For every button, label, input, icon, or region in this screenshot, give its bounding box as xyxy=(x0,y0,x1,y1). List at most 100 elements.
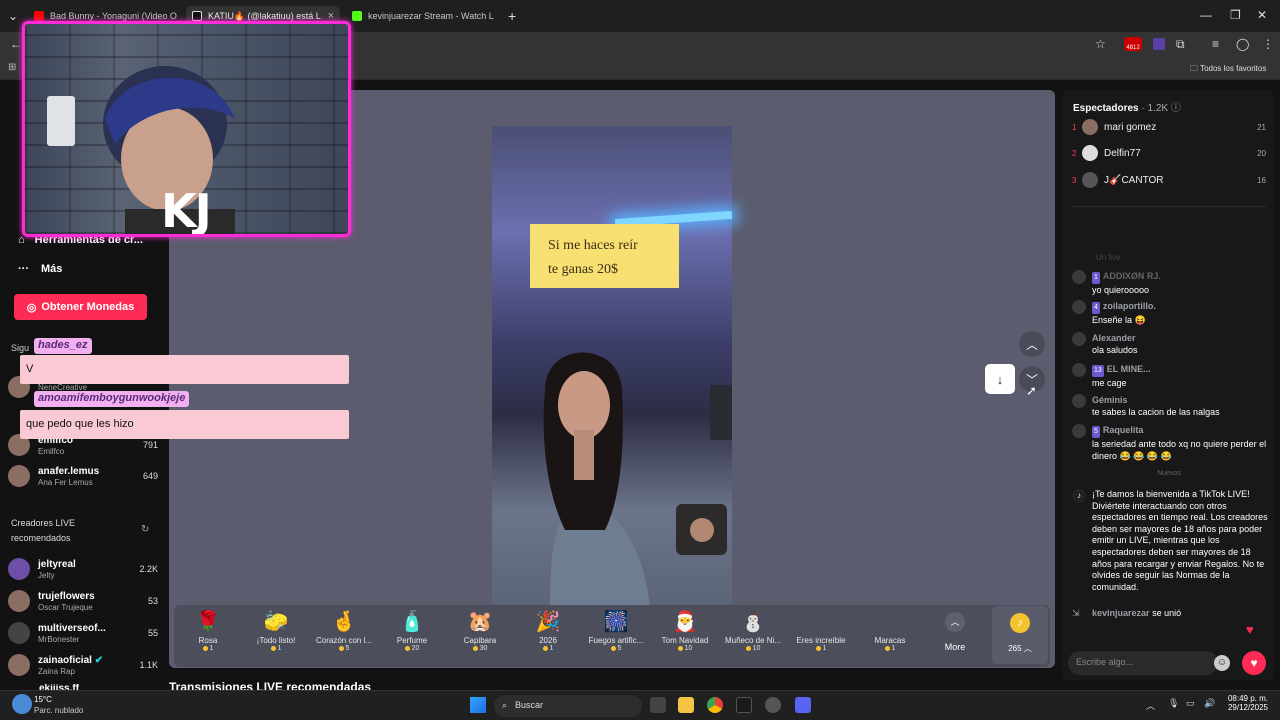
taskbar-search[interactable]: ⌕ Buscar xyxy=(494,695,642,717)
discord-icon[interactable] xyxy=(795,697,811,713)
like-button[interactable]: ♥ xyxy=(1242,651,1266,675)
download-button[interactable]: ↓ xyxy=(985,364,1015,394)
gift-price: 1 xyxy=(787,645,855,652)
webcam-label: KJ xyxy=(161,184,212,237)
chat-text: yo quierooooo xyxy=(1092,285,1150,295)
top-viewer-row[interactable]: 1 mari gomez 21 xyxy=(1072,117,1266,137)
gift-item[interactable]: 🌹 Rosa 1 xyxy=(174,608,242,652)
avatar xyxy=(8,590,30,612)
chrome-icon[interactable] xyxy=(707,697,723,713)
chat-user[interactable]: zoilaportillo. xyxy=(1103,301,1156,311)
recommended-item[interactable]: multiverseof... MrBonester 55 xyxy=(8,619,158,647)
menu-icon[interactable]: ⋮ xyxy=(1262,37,1274,51)
guest-pip-video[interactable] xyxy=(676,504,727,555)
gift-item[interactable]: 🎅 Tom Navidad 10 xyxy=(651,608,719,652)
recommended-item[interactable]: trujeflowers Oscar Trujeque 53 xyxy=(8,587,158,615)
windows-start-icon[interactable] xyxy=(470,697,486,713)
viewer-count: 55 xyxy=(147,628,158,638)
puzzle-icon[interactable]: ⧉ xyxy=(1176,37,1185,52)
top-viewer-row[interactable]: 2 Delfin77 20 xyxy=(1072,143,1266,163)
coin-balance-button[interactable]: ♪ 265 ︿ xyxy=(992,606,1048,664)
apps-icon[interactable]: ⊞ xyxy=(8,62,16,73)
obs-icon[interactable] xyxy=(765,697,781,713)
emoji-icon[interactable]: ☺ xyxy=(1214,655,1230,671)
gift-name: Rosa xyxy=(198,636,218,645)
gift-item[interactable]: Maracas 1 xyxy=(856,608,924,652)
microphone-icon[interactable]: 🎙 xyxy=(1168,698,1179,709)
extension-icon[interactable] xyxy=(1153,38,1165,50)
close-window-icon[interactable]: ✕ xyxy=(1257,8,1267,22)
profile-icon[interactable]: ◯ xyxy=(1236,37,1249,51)
gift-item[interactable]: 🧴 Perfume 20 xyxy=(378,608,446,652)
gift-more-button[interactable]: ︿ More xyxy=(939,612,971,652)
kick-icon xyxy=(352,11,362,21)
media-icon[interactable]: ≡ xyxy=(1212,37,1219,51)
extension-badge[interactable]: 4812 xyxy=(1124,37,1142,51)
gift-item[interactable]: 🎆 Fuegos artific... 5 xyxy=(582,608,650,652)
weather-temp[interactable]: 15°C xyxy=(34,695,52,704)
gift-item[interactable]: 🤞 Corazón con l... 5 xyxy=(310,608,378,652)
sidebar-item-more[interactable]: ··· Más xyxy=(18,263,62,275)
bookmark-star-icon[interactable]: ☆ xyxy=(1095,37,1106,51)
chat-input[interactable]: Escribe algo... xyxy=(1068,651,1218,675)
top-viewer-row[interactable]: 3 J🎸CANTOR 16 xyxy=(1072,170,1266,190)
gift-item[interactable]: 🎉 2026 1 xyxy=(514,608,582,652)
gift-name: Capibara xyxy=(463,636,497,645)
coin-icon: ◎ xyxy=(26,301,37,314)
back-icon[interactable]: ← xyxy=(10,37,22,51)
get-coins-button[interactable]: ◎ Obtener Monedas xyxy=(14,294,147,320)
tray-chevron-icon[interactable]: ︿ xyxy=(1146,699,1155,712)
gift-price-value: 1 xyxy=(891,645,896,652)
gift-item[interactable]: Eres increíble 1 xyxy=(787,608,855,652)
chat-user[interactable]: Raquelita xyxy=(1103,425,1144,435)
chat-text: me cage xyxy=(1092,378,1127,388)
viewer-count: 649 xyxy=(142,471,158,481)
gift-item[interactable]: 🧽 ¡Todo listo! 1 xyxy=(242,608,310,652)
refresh-icon[interactable]: ↻ xyxy=(141,524,149,535)
sign-line-1: Si me haces reír xyxy=(548,238,638,253)
search-icon: ⌕ xyxy=(502,700,508,710)
weather-icon xyxy=(12,694,32,714)
gift-price: 5 xyxy=(582,645,650,652)
recommended-item[interactable]: zainaoficial ✔ Zaina Rap 1.1K xyxy=(8,651,158,679)
guest-avatar xyxy=(689,518,714,542)
previous-live-button[interactable]: ︿ xyxy=(1019,331,1045,357)
bookmarks-label: Todos los favoritos xyxy=(1200,64,1267,73)
gift-icon xyxy=(787,608,855,636)
network-icon[interactable]: ▭ xyxy=(1186,698,1195,709)
chat-user[interactable]: Alexander xyxy=(1092,333,1136,343)
divider xyxy=(1072,206,1266,207)
terminal-icon[interactable] xyxy=(736,697,752,713)
all-bookmarks[interactable]: 🗀 Todos los favoritos xyxy=(1190,63,1266,77)
chat-user[interactable]: kevinjuarezar xyxy=(1092,608,1150,618)
gift-item[interactable]: 🐹 Capibara 30 xyxy=(446,608,514,652)
mouse-cursor-icon: ➚ xyxy=(1026,383,1037,398)
chevron-up-icon: ︿ xyxy=(945,612,965,632)
join-message: ⇲ kevinjuarezar se unió xyxy=(1072,607,1268,619)
gift-name: 2026 xyxy=(539,636,557,645)
gift-item[interactable]: ⛄ Muñeco de Ni... 10 xyxy=(719,608,787,652)
youtube-icon xyxy=(34,11,44,21)
following-item[interactable]: anafer.lemus Ana Fer Lemus 649 xyxy=(8,462,158,490)
verified-icon: ✔ xyxy=(94,654,104,666)
volume-icon[interactable]: 🔊 xyxy=(1204,698,1215,709)
viewer-count: 1.1K xyxy=(139,660,158,670)
file-explorer-icon[interactable] xyxy=(678,697,694,713)
tab-kick[interactable]: kevinjuarezar Stream - Watch L × xyxy=(346,6,498,26)
join-icon: ⇲ xyxy=(1072,608,1080,618)
info-icon[interactable]: ⓘ xyxy=(1171,103,1181,114)
avatar xyxy=(8,558,30,580)
rank: 3 xyxy=(1072,175,1077,185)
minimize-icon[interactable]: — xyxy=(1200,8,1212,22)
recommended-item[interactable]: jeltyreal Jelty 2.2K xyxy=(8,555,158,583)
tiktok-coin-icon: ♪ xyxy=(1010,613,1030,633)
restore-icon[interactable]: ❐ xyxy=(1230,8,1241,22)
viewer-score: 20 xyxy=(1257,148,1266,158)
task-view-icon[interactable] xyxy=(650,697,666,713)
new-tab-button[interactable]: + xyxy=(508,8,516,24)
chat-user[interactable]: EL MINE... xyxy=(1107,364,1151,374)
clock[interactable]: 08:49 p. m. 29/12/2025 xyxy=(1226,694,1268,712)
chat-user[interactable]: Géminis xyxy=(1092,395,1128,405)
tab-search-icon[interactable]: ⌄ xyxy=(8,9,18,23)
chat-user[interactable]: ADDIXØN RJ. xyxy=(1103,271,1161,281)
